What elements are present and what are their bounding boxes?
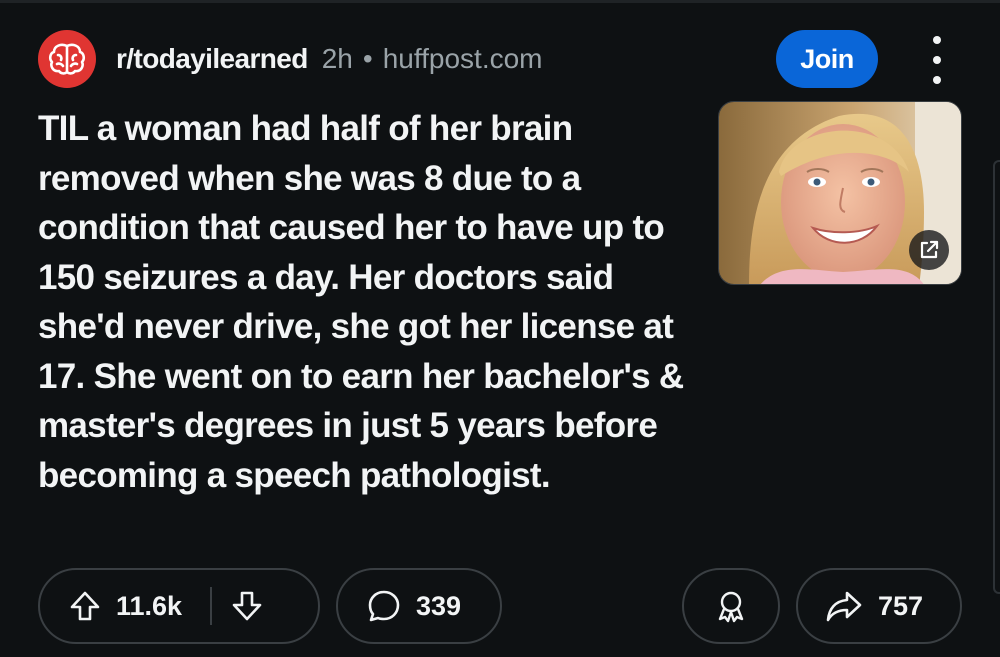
downvote-button[interactable]: [230, 589, 264, 623]
brain-icon: [48, 43, 86, 75]
share-button[interactable]: 757: [796, 568, 962, 644]
post-meta: r/todayilearned 2h • huffpost.com: [116, 43, 543, 75]
post-thumbnail[interactable]: [718, 101, 962, 285]
post-time: 2h: [321, 43, 353, 74]
comment-bubble-icon: [368, 590, 400, 622]
post-header: r/todayilearned 2h • huffpost.com: [38, 30, 543, 88]
subreddit-name[interactable]: r/todayilearned: [116, 43, 308, 75]
upvote-button[interactable]: [68, 589, 102, 623]
scroll-edge: [993, 160, 1000, 594]
arrow-up-icon: [70, 591, 100, 621]
join-button[interactable]: Join: [776, 30, 878, 88]
more-vertical-icon-dot: [933, 76, 941, 84]
subreddit-avatar[interactable]: [38, 30, 96, 88]
comment-icon-wrap: [366, 588, 402, 624]
meta-separator: •: [362, 43, 373, 74]
award-button[interactable]: [682, 568, 780, 644]
vote-score: 11.6k: [116, 590, 183, 621]
more-vertical-icon-dot: [933, 36, 941, 44]
more-options-button[interactable]: [922, 36, 952, 84]
vote-bar: 11.6k: [38, 568, 320, 644]
vote-divider: [210, 587, 213, 625]
award-icon: [718, 591, 744, 623]
share-count: 757: [878, 590, 924, 621]
share-icon-wrap: [824, 589, 864, 623]
more-vertical-icon-dot: [933, 56, 941, 64]
post-title[interactable]: TIL a woman had half of her brain remove…: [38, 104, 703, 500]
top-divider: [0, 0, 1000, 3]
comments-button[interactable]: 339: [336, 568, 502, 644]
share-arrow-icon: [826, 591, 862, 622]
external-link-button[interactable]: [909, 230, 949, 270]
post-domain[interactable]: huffpost.com: [383, 43, 543, 75]
arrow-down-icon: [232, 591, 262, 621]
comment-count: 339: [416, 590, 462, 621]
external-link-icon: [920, 240, 939, 259]
